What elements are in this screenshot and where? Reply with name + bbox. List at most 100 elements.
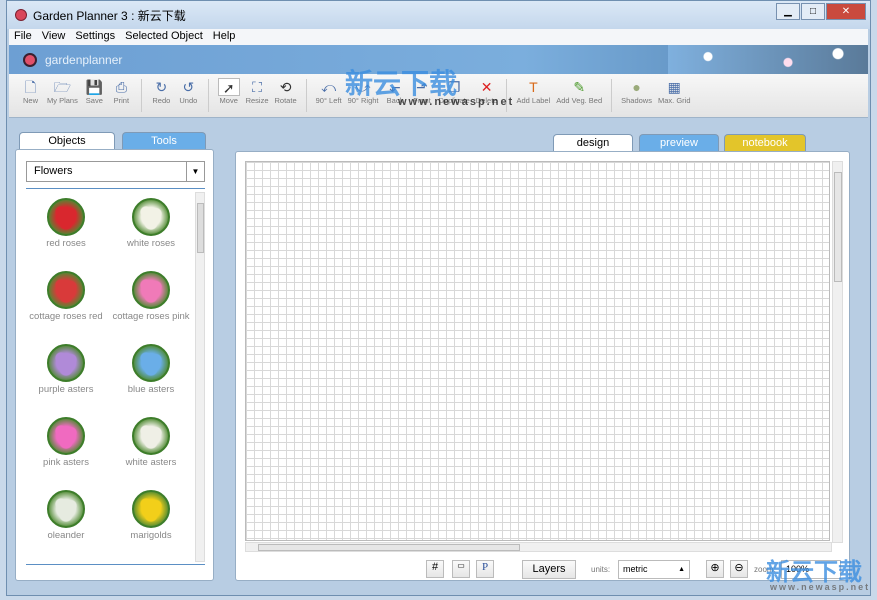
shadows-button[interactable]: ● Shadows: [618, 74, 655, 117]
folder-icon: 🗁: [53, 79, 72, 95]
units-label: units:: [591, 565, 611, 574]
toolbar-separator: [305, 79, 307, 112]
design-canvas-panel: # ▭ P Layers units: metric ▲ ⊕ ⊖ zoom: 10…: [235, 151, 850, 581]
toolbar-separator: [207, 79, 209, 112]
plant-item[interactable]: marigolds: [111, 490, 191, 541]
maximize-button[interactable]: □: [801, 3, 825, 20]
shadows-icon: ●: [632, 79, 641, 95]
plant-item[interactable]: cottage roses pink: [111, 271, 191, 322]
plant-label: red roses: [46, 238, 86, 249]
plant-item[interactable]: pink asters: [26, 417, 106, 468]
flower-icon: [132, 417, 170, 455]
toolbar-label: Resize: [245, 96, 269, 105]
scroll-thumb[interactable]: [834, 172, 842, 282]
tab-tools[interactable]: Tools: [122, 132, 206, 150]
plant-label: white asters: [125, 457, 177, 468]
max-grid-button[interactable]: ▦ Max. Grid: [655, 74, 694, 117]
zoom-out-icon[interactable]: ⊖: [730, 560, 748, 578]
watermark-url: www.newasp.net: [398, 96, 515, 108]
minimize-button[interactable]: ▁: [776, 3, 800, 20]
toolbar-label: Rotate: [274, 96, 297, 105]
text-label-icon: T: [529, 79, 538, 95]
print-icon: ⎙: [115, 79, 127, 95]
tab-objects[interactable]: Objects: [19, 132, 115, 150]
add-label-button[interactable]: T Add Label: [513, 74, 553, 117]
new-button[interactable]: 🗋 New: [17, 74, 44, 117]
canvas-hscroll[interactable]: [245, 542, 832, 552]
plant-label: marigolds: [130, 530, 172, 541]
save-icon: 💾: [85, 79, 104, 95]
my-plans-button[interactable]: 🗁 My Plans: [44, 74, 81, 117]
scroll-thumb[interactable]: [258, 544, 520, 551]
90-left-button[interactable]: ⤺ 90° Left: [313, 74, 345, 117]
plant-item[interactable]: oleander: [26, 490, 106, 541]
toolbar-label: 90° Left: [315, 96, 342, 105]
toolbar-label: New: [22, 96, 38, 105]
undo-button[interactable]: ↺ Undo: [175, 74, 202, 117]
move-button[interactable]: ➚ Move: [215, 74, 243, 117]
flower-icon: [132, 271, 170, 309]
grid-toggle-icon[interactable]: #: [426, 560, 444, 578]
logo-text: gardenplanner: [45, 52, 123, 67]
category-select[interactable]: Flowers ▼: [26, 161, 205, 182]
plant-item[interactable]: cottage roses red: [26, 271, 106, 322]
flower-icon: [47, 198, 85, 236]
plant-label: blue asters: [127, 384, 175, 395]
units-value: metric: [623, 564, 648, 574]
rotate-button[interactable]: ⟲ Rotate: [272, 74, 300, 117]
flower-icon: [132, 198, 170, 236]
undo-icon: ↺: [182, 79, 195, 95]
rotate-icon: ⟲: [279, 79, 292, 95]
menu-view[interactable]: View: [37, 29, 71, 45]
scroll-thumb[interactable]: [197, 203, 204, 253]
plant-label: cottage roses red: [29, 311, 103, 322]
resize-icon: ⛶: [252, 79, 262, 95]
plant-item[interactable]: purple asters: [26, 344, 106, 395]
tab-design[interactable]: design: [553, 134, 633, 152]
divider: [26, 564, 205, 565]
flower-icon: [47, 490, 85, 528]
move-arrow-icon: ➚: [217, 78, 240, 96]
menu-selected-object[interactable]: Selected Object: [120, 29, 208, 45]
plant-item[interactable]: white roses: [111, 198, 191, 249]
design-grid[interactable]: [245, 161, 830, 541]
layers-button[interactable]: Layers: [522, 560, 576, 579]
canvas-vscroll[interactable]: [832, 161, 843, 543]
app-icon: [15, 9, 27, 21]
flower-icon: [47, 417, 85, 455]
menu-settings[interactable]: Settings: [70, 29, 120, 45]
new-file-icon: 🗋: [24, 79, 37, 95]
flower-icon: [47, 344, 85, 382]
add-veg-bed-button[interactable]: ✎ Add Veg. Bed: [553, 74, 605, 117]
tab-preview[interactable]: preview: [639, 134, 719, 152]
toolbar-label: Add Label: [516, 96, 551, 105]
print-button[interactable]: ⎙ Print: [108, 74, 135, 117]
plant-label: purple asters: [38, 384, 94, 395]
ruler-icon[interactable]: ▭: [452, 560, 470, 578]
plant-label: oleander: [47, 530, 85, 541]
menu-help[interactable]: Help: [208, 29, 241, 45]
save-button[interactable]: 💾 Save: [81, 74, 108, 117]
close-button[interactable]: ✕: [826, 3, 866, 20]
objects-panel: Flowers ▼ red roses white roses cottage ros…: [15, 149, 214, 581]
toolbar-label: Undo: [179, 96, 198, 105]
window-title: Garden Planner 3 : 新云下载: [33, 8, 186, 23]
plant-item[interactable]: white asters: [111, 417, 191, 468]
toolbar-label: Redo: [152, 96, 171, 105]
tab-notebook[interactable]: notebook: [724, 134, 806, 152]
resize-button[interactable]: ⛶ Resize: [243, 74, 272, 117]
toolbar-label: Move: [219, 96, 238, 105]
plant-label-icon[interactable]: P: [476, 560, 494, 578]
plant-label: cottage roses pink: [112, 311, 190, 322]
menu-file[interactable]: File: [9, 29, 37, 45]
redo-button[interactable]: ↻ Redo: [148, 74, 175, 117]
chevron-down-icon: ▼: [186, 162, 204, 181]
menu-bar: File View Settings Selected Object Help: [9, 29, 868, 45]
objects-scrollbar[interactable]: [195, 192, 205, 562]
units-select[interactable]: metric ▲: [618, 560, 690, 579]
plant-item[interactable]: red roses: [26, 198, 106, 249]
toolbar-label: Add Veg. Bed: [556, 96, 603, 105]
plant-item[interactable]: blue asters: [111, 344, 191, 395]
divider: [26, 188, 205, 189]
zoom-in-icon[interactable]: ⊕: [706, 560, 724, 578]
